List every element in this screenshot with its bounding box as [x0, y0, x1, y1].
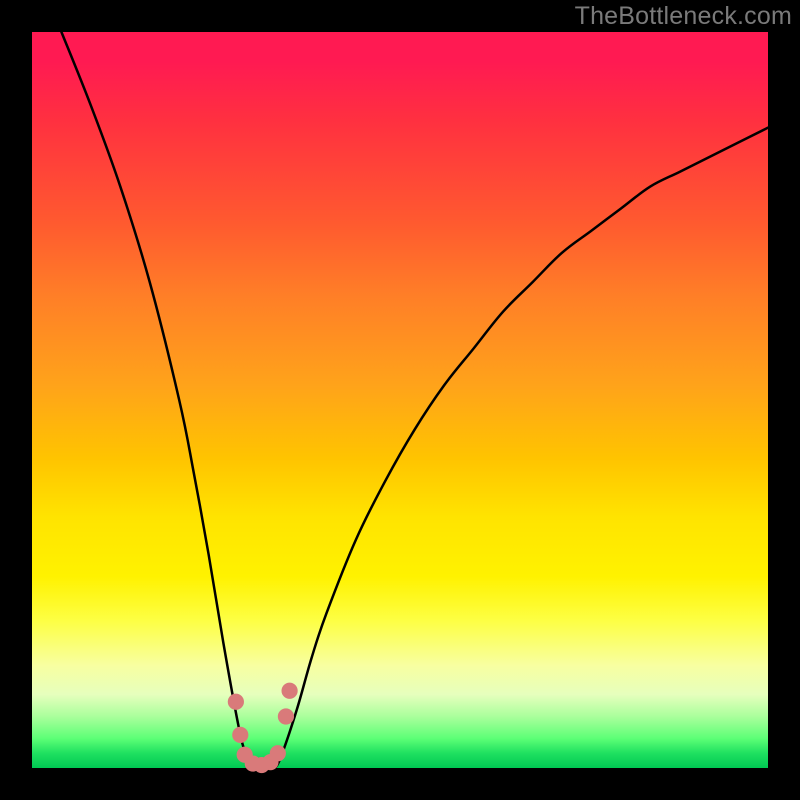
chart-frame: TheBottleneck.com — [0, 0, 800, 800]
marker-group — [228, 683, 298, 774]
marker-dot — [282, 683, 298, 699]
watermark-label: TheBottleneck.com — [575, 2, 792, 31]
marker-dot — [278, 708, 294, 724]
curves-layer — [32, 32, 768, 768]
marker-dot — [270, 745, 286, 761]
marker-dot — [232, 727, 248, 743]
marker-dot — [228, 694, 244, 710]
plot-area — [32, 32, 768, 768]
bottleneck-curve — [61, 32, 768, 769]
